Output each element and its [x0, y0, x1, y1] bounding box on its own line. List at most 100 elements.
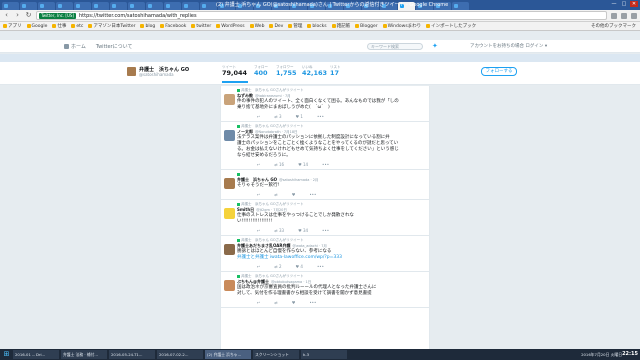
- tweet[interactable]: 弁護士 浜ちゃん GOさんがリツイート 弁護士あだちまさ乱OAR弁護 @wata_a…: [221, 236, 429, 272]
- avatar[interactable]: [224, 280, 235, 291]
- bookmark-item[interactable]: アマゾン日本Twitter: [88, 23, 135, 29]
- minimize-button[interactable]: —: [610, 1, 618, 7]
- taskbar-item[interactable]: スクリーンショット: [253, 350, 299, 359]
- browser-tab[interactable]: [128, 2, 145, 10]
- bookmark-item[interactable]: Blogger: [355, 24, 378, 29]
- taskbar-item[interactable]: k-3: [301, 350, 347, 359]
- browser-tab[interactable]: [110, 2, 127, 10]
- other-bookmarks[interactable]: その他のブックマーク: [591, 22, 636, 30]
- like-button[interactable]: ♥ 14: [298, 162, 308, 167]
- back-icon[interactable]: ‹: [3, 12, 10, 19]
- bookmark-item[interactable]: インポートしたブック: [426, 23, 476, 29]
- bookmark-item[interactable]: Dev: [269, 24, 283, 29]
- twitter-bird-icon[interactable]: ✦: [432, 43, 439, 50]
- tweet[interactable]: 弁護士 浜ちゃん GOさんがリツイート ノー太郎 @Nonotabrath · 7月…: [221, 122, 429, 170]
- reload-icon[interactable]: ↻: [25, 12, 32, 19]
- login-link[interactable]: アカウントをお持ちの場合 ログイン ▾: [470, 43, 547, 50]
- avatar[interactable]: [224, 94, 235, 105]
- bookmark-item[interactable]: Web: [249, 24, 264, 29]
- more-icon[interactable]: •••: [322, 162, 329, 167]
- retweet-button[interactable]: ⇄ 2: [274, 264, 281, 269]
- browser-tab[interactable]: [38, 2, 55, 10]
- taskbar-item[interactable]: 2016-01 -- Dri...: [13, 350, 59, 359]
- tweet[interactable]: 弁護士 浜ちゃん GOさんがリツイート ねずみ教 @tabiranezumi · 7…: [221, 86, 429, 122]
- browser-tab[interactable]: [2, 2, 19, 10]
- profile-stat[interactable]: いいね 42,163: [302, 65, 327, 77]
- follow-button[interactable]: フォローする: [481, 67, 517, 76]
- profile-stat[interactable]: リスト 17: [330, 65, 341, 77]
- reply-icon[interactable]: ↩: [257, 228, 260, 233]
- more-icon[interactable]: •••: [309, 192, 316, 197]
- browser-tab[interactable]: [452, 2, 469, 10]
- browser-tab[interactable]: [164, 2, 181, 10]
- bookmark-item[interactable]: blocks: [307, 24, 327, 29]
- more-icon[interactable]: •••: [309, 300, 316, 305]
- bookmark-item[interactable]: Windowsまわり: [382, 23, 421, 29]
- taskbar-item[interactable]: 2016-07-02-2...: [157, 350, 203, 359]
- retweet-button[interactable]: ⇄: [274, 300, 277, 305]
- more-icon[interactable]: •••: [317, 114, 324, 119]
- profile-stat[interactable]: フォロワー 1,755: [276, 65, 297, 77]
- bookmark-item[interactable]: WordPress: [216, 24, 245, 29]
- like-button[interactable]: ♥ 34: [298, 228, 308, 233]
- tweet[interactable]: 弁護士 浜ちゃん GOさんがリツイート Smith日 @jt2gm · 7月20日仕…: [221, 200, 429, 236]
- menu-icon[interactable]: [631, 12, 637, 19]
- more-icon[interactable]: •••: [322, 228, 329, 233]
- taskbar-item[interactable]: (2) 弁護士 浜ちゃ...: [205, 350, 251, 359]
- bookmark-item[interactable]: blog: [140, 24, 155, 29]
- browser-tab[interactable]: [20, 2, 37, 10]
- extension-icon[interactable]: [621, 12, 627, 19]
- more-icon[interactable]: •••: [317, 264, 324, 269]
- like-button[interactable]: ♥: [292, 192, 296, 197]
- tweet[interactable]: 弁護士 浜ちゃん GO @satoshihamada · 2月 そりゃそうだー飲行!…: [221, 170, 429, 200]
- avatar[interactable]: [224, 178, 235, 189]
- bookmark-item[interactable]: アプリ: [3, 23, 22, 29]
- like-button[interactable]: ♥ 4: [296, 264, 303, 269]
- nav-home[interactable]: ホーム: [64, 43, 86, 50]
- retweet-button[interactable]: ⇄ 3: [274, 114, 281, 119]
- close-button[interactable]: ✕: [630, 1, 638, 7]
- star-icon[interactable]: [611, 12, 617, 19]
- bookmark-item[interactable]: 雑記帳: [331, 23, 350, 29]
- tweet-link[interactable]: 弁護士と弁護士 iwata-lawoffice.com/wp/?p=333: [237, 255, 426, 261]
- taskbar-item[interactable]: 弁護士 法務 · 補付...: [61, 350, 107, 359]
- like-button[interactable]: ♥ 1: [296, 114, 303, 119]
- tweet-author[interactable]: ノー太郎: [237, 129, 253, 134]
- tweet-author[interactable]: ねずみ教: [237, 93, 253, 98]
- avatar[interactable]: [126, 66, 137, 77]
- bookmark-item[interactable]: Google: [26, 24, 47, 29]
- timeline[interactable]: 弁護士 浜ちゃん GOさんがリツイート ねずみ教 @tabiranezumi · 7…: [220, 86, 430, 349]
- browser-tab[interactable]: [74, 2, 91, 10]
- retweet-button[interactable]: ⇄ 16: [274, 162, 284, 167]
- retweet-button[interactable]: ⇄: [274, 192, 277, 197]
- bookmark-item[interactable]: 仕事: [52, 23, 66, 29]
- profile-stat[interactable]: フォロー 400: [254, 65, 268, 77]
- tweet-author[interactable]: 弁護士あだちまさ乱OAR弁護: [237, 243, 290, 248]
- like-button[interactable]: ♥: [292, 300, 296, 305]
- search-input[interactable]: キーワード検索: [367, 43, 423, 50]
- browser-tab[interactable]: [182, 2, 199, 10]
- reply-icon[interactable]: ↩: [257, 264, 260, 269]
- reply-icon[interactable]: ↩: [257, 192, 260, 197]
- browser-tab[interactable]: [92, 2, 109, 10]
- bookmark-item[interactable]: 管理: [288, 23, 302, 29]
- forward-icon[interactable]: ›: [14, 12, 21, 19]
- taskbar-item[interactable]: 2016-05-24-T1...: [109, 350, 155, 359]
- bookmark-item[interactable]: Facebook: [160, 24, 186, 29]
- avatar[interactable]: [224, 208, 235, 219]
- profile-stat[interactable]: ツイート 79,044: [222, 65, 247, 77]
- bookmark-item[interactable]: etc: [71, 24, 83, 29]
- retweet-button[interactable]: ⇄ 33: [274, 228, 284, 233]
- tweet-author[interactable]: Smith日: [237, 207, 254, 212]
- avatar[interactable]: [224, 244, 235, 255]
- browser-tab[interactable]: [200, 2, 217, 10]
- avatar[interactable]: [224, 130, 235, 141]
- tweet-author[interactable]: 弁護士 浜ちゃん GO: [237, 177, 277, 182]
- browser-tab[interactable]: [56, 2, 73, 10]
- tweet-author[interactable]: ぶちもん@弁護士: [237, 279, 269, 284]
- reply-icon[interactable]: ↩: [257, 300, 260, 305]
- reply-icon[interactable]: ↩: [257, 162, 260, 167]
- browser-tab[interactable]: [146, 2, 163, 10]
- tweet[interactable]: 弁護士 浜ちゃん GOさんがリツイート ぶちもん@弁護士 @pbtobutsagam…: [221, 272, 429, 308]
- windows-start-icon[interactable]: ⊞: [2, 350, 11, 359]
